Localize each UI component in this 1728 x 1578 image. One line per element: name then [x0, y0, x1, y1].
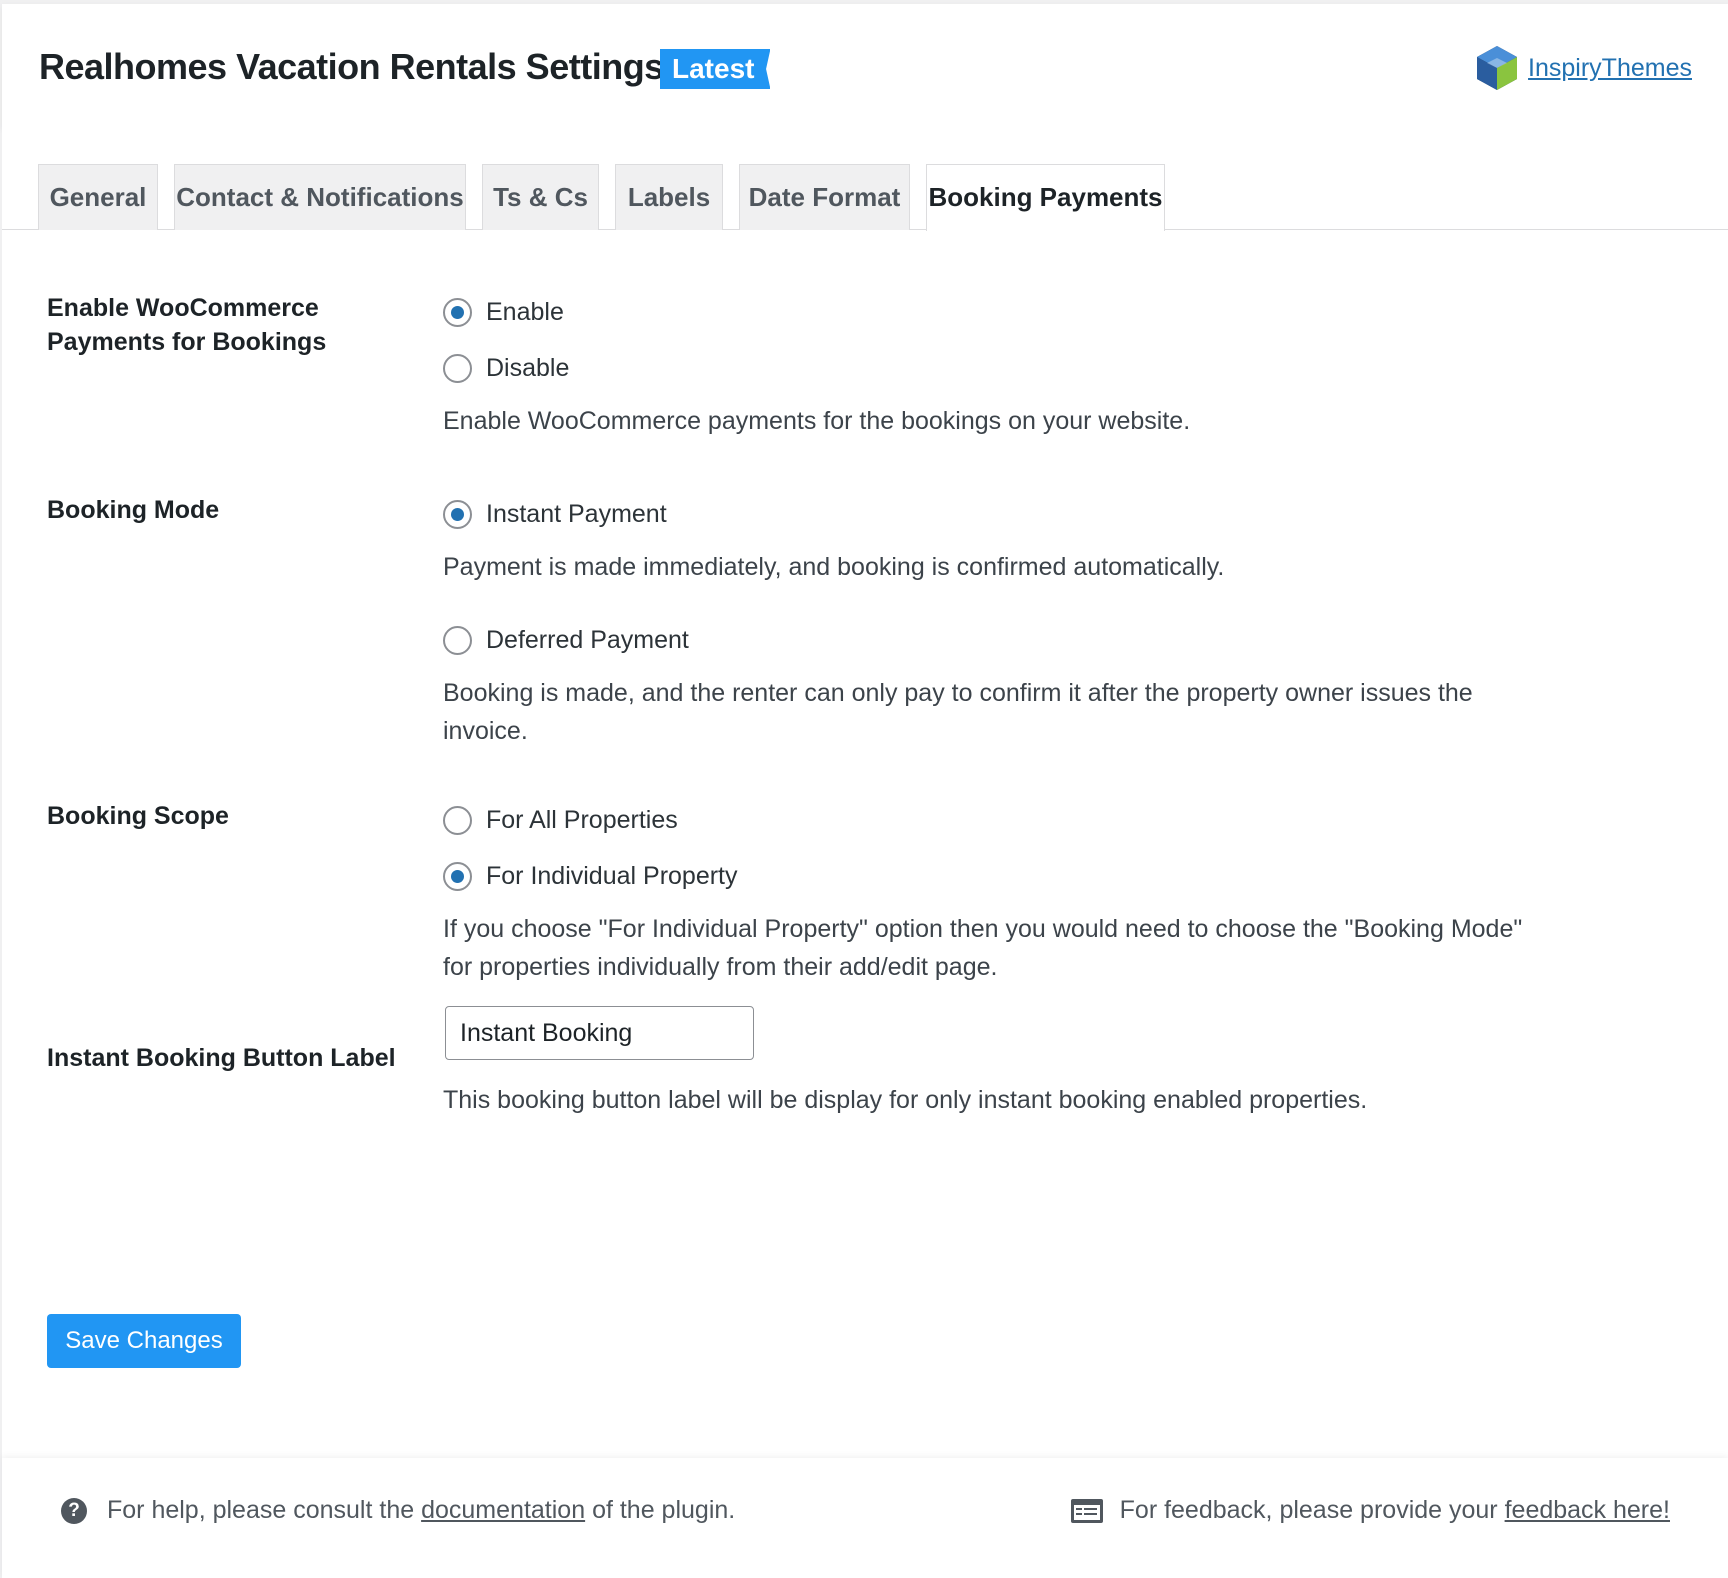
all-properties-option[interactable]: For All Properties [443, 806, 678, 835]
radio-button-checked[interactable] [443, 500, 472, 529]
woocommerce-label: Enable WooCommerce Payments for Bookings [47, 294, 327, 356]
option-label: Instant Payment [486, 500, 667, 528]
tab-bar: General Contact & Notifications Ts & Cs … [2, 164, 1728, 231]
help-suffix: of the plugin. [592, 1496, 736, 1524]
option-label: Deferred Payment [486, 626, 689, 654]
instant-booking-description: This booking button label will be displa… [443, 1086, 1368, 1114]
settings-page: Realhomes Vacation Rentals Settings Late… [0, 0, 1728, 1578]
feedback-prefix: For feedback, please provide your [1119, 1496, 1498, 1524]
save-changes-button[interactable]: Save Changes [47, 1314, 241, 1368]
instant-booking-label-input[interactable] [445, 1006, 754, 1060]
booking-mode-label: Booking Mode [47, 496, 220, 524]
latest-badge: Latest [660, 49, 771, 89]
instant-booking-label: Instant Booking Button Label [47, 1044, 396, 1072]
booking-scope-description: If you choose "For Individual Property" … [443, 915, 1523, 981]
page-header: Realhomes Vacation Rentals Settings Late… [2, 4, 1728, 128]
tab-date-format[interactable]: Date Format [739, 164, 910, 230]
radio-button[interactable] [443, 626, 472, 655]
documentation-link[interactable]: documentation [421, 1496, 585, 1525]
help-prefix: For help, please consult the [107, 1496, 415, 1524]
hexagon-cube-logo-icon [1477, 46, 1518, 90]
woocommerce-disable-option[interactable]: Disable [443, 354, 569, 383]
instant-payment-description: Payment is made immediately, and booking… [443, 553, 1225, 581]
feedback-link[interactable]: feedback here! [1505, 1496, 1670, 1525]
radio-button-checked[interactable] [443, 862, 472, 891]
tab-ts-cs[interactable]: Ts & Cs [482, 164, 599, 230]
instant-payment-option[interactable]: Instant Payment [443, 500, 667, 529]
option-label: Enable [486, 298, 564, 326]
individual-property-option[interactable]: For Individual Property [443, 862, 738, 891]
feedback-note: For feedback, please provide your feedba… [1070, 1496, 1670, 1525]
radio-button[interactable] [443, 354, 472, 383]
deferred-payment-option[interactable]: Deferred Payment [443, 626, 689, 655]
settings-panel: General Contact & Notifications Ts & Cs … [2, 128, 1728, 1458]
booking-scope-label: Booking Scope [47, 802, 229, 830]
option-label: Disable [486, 354, 570, 382]
woocommerce-description: Enable WooCommerce payments for the book… [443, 407, 1191, 435]
option-label: For All Properties [486, 806, 678, 834]
deferred-payment-description: Booking is made, and the renter can only… [443, 679, 1473, 745]
question-mark-icon: ? [61, 1497, 87, 1524]
tab-labels[interactable]: Labels [615, 164, 723, 230]
woocommerce-enable-option[interactable]: Enable [443, 298, 564, 327]
radio-button-checked[interactable] [443, 298, 472, 327]
tab-contact-notifications[interactable]: Contact & Notifications [174, 164, 466, 230]
help-note: ? For help, please consult the documenta… [61, 1496, 735, 1525]
tab-general[interactable]: General [38, 164, 158, 230]
page-footer: ? For help, please consult the documenta… [2, 1458, 1728, 1578]
brand: InspiryThemes [1474, 44, 1692, 92]
radio-button[interactable] [443, 806, 472, 835]
option-label: For Individual Property [486, 862, 738, 890]
feedback-form-icon [1070, 1498, 1103, 1523]
page-title: Realhomes Vacation Rentals Settings [39, 46, 664, 87]
tab-booking-payments[interactable]: Booking Payments [926, 164, 1165, 231]
inspirythemes-link[interactable]: InspiryThemes [1528, 54, 1692, 83]
